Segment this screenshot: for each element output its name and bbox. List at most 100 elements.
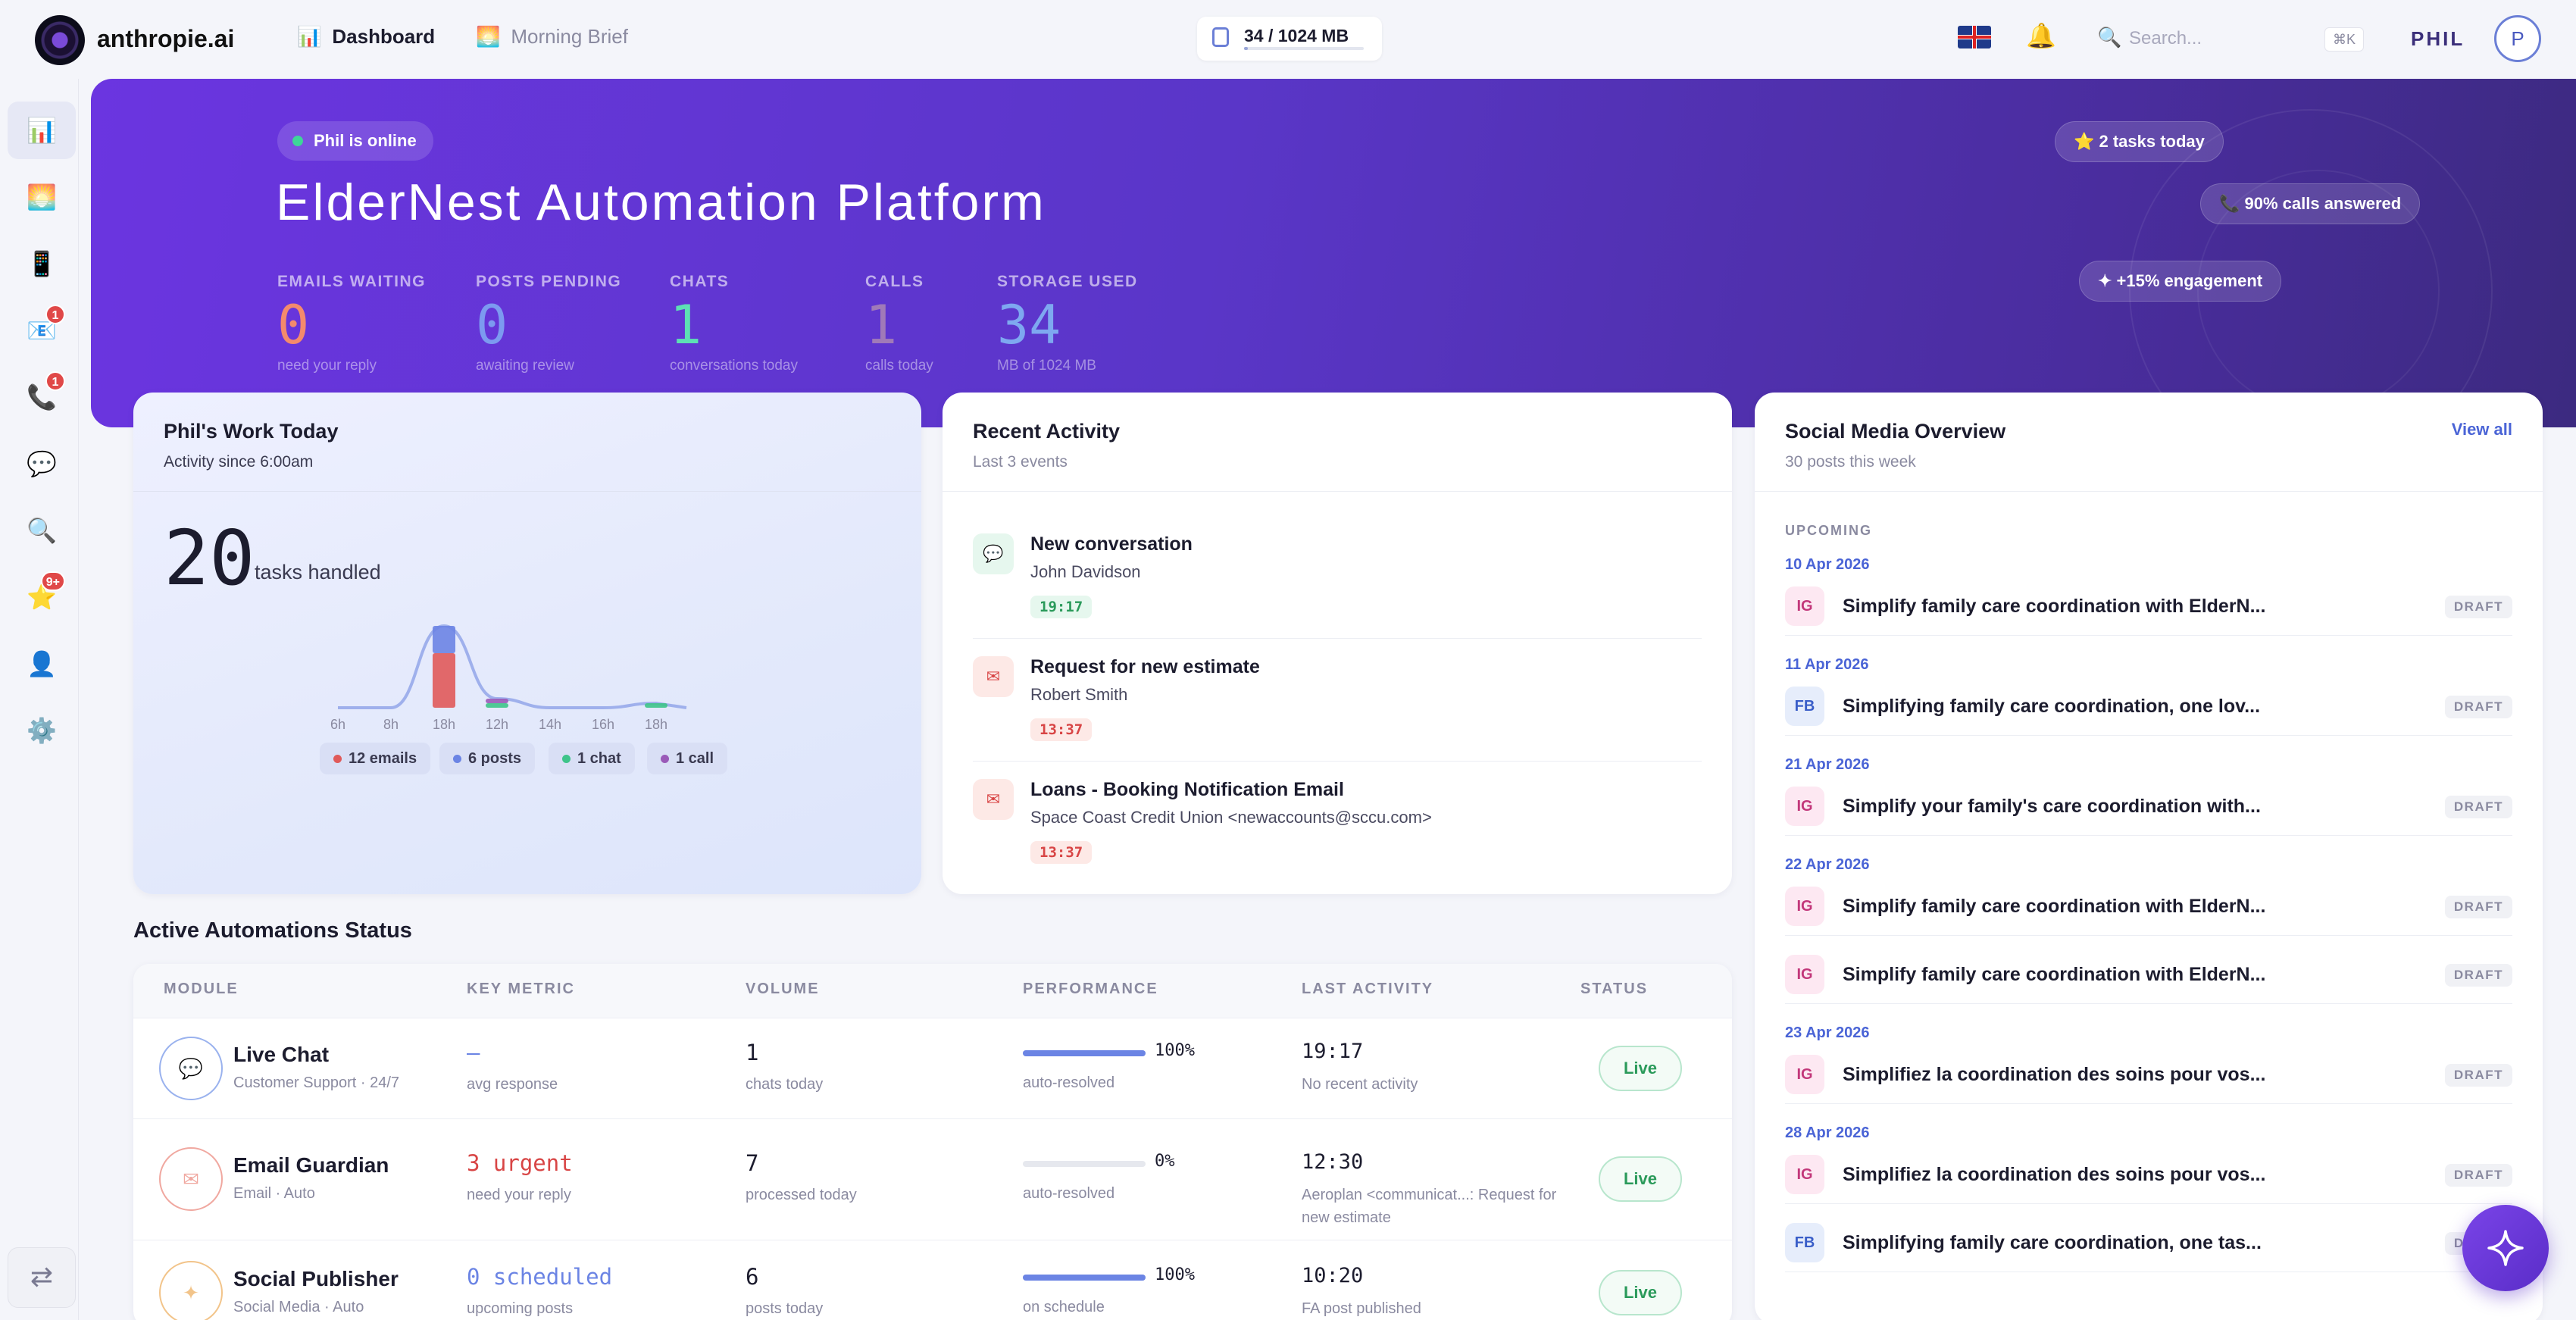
social-post-item[interactable]: IG Simplify your family's care coordinati… <box>1785 784 2512 829</box>
assistant-button[interactable] <box>2462 1205 2549 1291</box>
social-post-item[interactable]: IG Simplify family care coordination with… <box>1785 952 2512 997</box>
social-post-item[interactable]: IG Simplify family care coordination with… <box>1785 583 2512 629</box>
stat-storage-used[interactable]: STORAGE USED 34 MB of 1024 MB <box>997 273 1138 374</box>
sunrise-icon: 🌅 <box>27 183 57 211</box>
column-header-status[interactable]: STATUS <box>1580 981 1648 998</box>
stat-chats[interactable]: CHATS 1 conversations today <box>670 273 798 374</box>
sidebar-item-morning-brief[interactable]: 🌅 <box>8 168 76 226</box>
volume-label: posts today <box>746 1300 824 1317</box>
column-header-performance[interactable]: PERFORMANCE <box>1023 981 1158 998</box>
module-subtitle: Email · Auto <box>233 1185 315 1202</box>
bell-icon[interactable]: 🔔 <box>2026 21 2056 50</box>
activity-item[interactable]: ✉ Request for new estimate Robert Smith 13:… <box>973 656 1702 747</box>
chart-bar-18h-series-0[interactable] <box>433 653 455 708</box>
hero-banner: Phil is online ElderNest Automation Plat… <box>91 79 2576 427</box>
activity-item[interactable]: ✉ Loans - Booking Notification Email Space… <box>973 779 1702 870</box>
chart-bar-12h-series-2[interactable] <box>486 703 508 708</box>
legend-label: 6 posts <box>468 750 522 767</box>
activity-item[interactable]: 💬 New conversation John Davidson 19:17 <box>973 533 1702 624</box>
date-heading: 22 Apr 2026 <box>1785 856 1870 873</box>
stat-sub: need your reply <box>277 358 377 374</box>
post-text: Simplifying family care coordination, on… <box>1843 1232 2262 1253</box>
post-text: Simplify your family's care coordination… <box>1843 796 2261 817</box>
sidebar-item-dashboard[interactable]: 📊 <box>8 102 76 159</box>
chart-bar-12h-series-3[interactable] <box>486 699 508 703</box>
legend-item-1-chat[interactable]: 1 chat <box>549 743 635 774</box>
nav-tab-dashboard[interactable]: 📊 Dashboard <box>297 25 435 48</box>
search-input[interactable] <box>2129 26 2296 52</box>
last-activity-detail: Aeroplan <communicat...: Request for new… <box>1302 1187 1557 1226</box>
social-post-item[interactable]: IG Simplify family care coordination with… <box>1785 884 2512 929</box>
sidebar-item-search[interactable]: 🔍 <box>8 502 76 559</box>
table-row-social-publisher[interactable]: ✦ Social Publisher Social Media · Auto 0 sc… <box>133 1240 1732 1320</box>
sidebar-item-chat[interactable]: 💬 <box>8 435 76 493</box>
status-badge: DRAFT <box>2444 596 2512 618</box>
status-live-button[interactable]: Live <box>1599 1156 1682 1202</box>
post-text: Simplify family care coordination with E… <box>1843 596 2266 617</box>
divider <box>1785 1103 2512 1104</box>
column-header-module[interactable]: MODULE <box>164 981 239 998</box>
divider <box>1785 635 2512 636</box>
nav-tab-morning-brief[interactable]: 🌅 Morning Brief <box>476 25 628 48</box>
chat-icon: 💬 <box>159 1037 223 1100</box>
legend-item-6-posts[interactable]: 6 posts <box>439 743 536 774</box>
view-all-link[interactable]: View all <box>2452 420 2512 439</box>
facebook-icon: FB <box>1785 687 1824 726</box>
sidebar-item-social[interactable]: 📱 <box>8 235 76 292</box>
sidebar-item-email[interactable]: 📧 1 <box>8 302 76 359</box>
status-live-button[interactable]: Live <box>1599 1046 1682 1091</box>
module-subtitle: Customer Support · 24/7 <box>233 1074 399 1091</box>
instagram-icon: IG <box>1785 887 1824 926</box>
social-post-item[interactable]: IG Simplifiez la coordination des soins p… <box>1785 1152 2512 1197</box>
stat-label: CALLS <box>865 273 924 290</box>
card-title: Recent Activity <box>973 420 1121 443</box>
uk-flag-icon[interactable] <box>1958 26 1991 48</box>
stat-label: EMAILS WAITING <box>277 273 426 290</box>
avatar[interactable]: P <box>2494 15 2541 62</box>
performance-bar <box>1023 1275 1146 1281</box>
status-live-button[interactable]: Live <box>1599 1270 1682 1315</box>
social-post-item[interactable]: FB Simplifying family care coordination, … <box>1785 683 2512 729</box>
stat-calls[interactable]: CALLS 1 calls today <box>865 273 933 374</box>
legend-swatch <box>661 755 669 763</box>
column-header-last-activity[interactable]: LAST ACTIVITY <box>1302 981 1433 998</box>
brand-logo[interactable] <box>35 15 85 65</box>
column-header-key-metric[interactable]: KEY METRIC <box>467 981 575 998</box>
date-heading: 28 Apr 2026 <box>1785 1125 1870 1141</box>
stat-emails-waiting[interactable]: EMAILS WAITING 0 need your reply <box>277 273 426 374</box>
legend-swatch <box>562 755 571 763</box>
last-activity-detail: FA post published <box>1302 1300 1421 1317</box>
key-metric-value: — <box>467 1040 480 1065</box>
table-row-email-guardian[interactable]: ✉ Email Guardian Email · Auto 3 urgent need … <box>133 1118 1732 1240</box>
legend-item-1-call[interactable]: 1 call <box>647 743 728 774</box>
chart-bar-18h-series-1[interactable] <box>433 626 455 653</box>
online-status-badge: Phil is online <box>277 121 433 161</box>
chart-bar-18h-series-2[interactable] <box>645 703 667 708</box>
page-title: ElderNest Automation Platform <box>276 174 1046 231</box>
card-subtitle: Last 3 events <box>973 453 1068 471</box>
instagram-icon: IG <box>1785 586 1824 626</box>
stat-value: 1 <box>670 294 702 356</box>
sidebar-toggle-button[interactable]: ⇄ <box>8 1247 76 1308</box>
sidebar-item-calls[interactable]: 📞 1 <box>8 368 76 426</box>
key-metric-value: 3 urgent <box>467 1150 573 1176</box>
sidebar-item-reviews[interactable]: ⭐ 9+ <box>8 568 76 626</box>
performance-bar <box>1023 1050 1146 1056</box>
user-name[interactable]: PHIL <box>2411 27 2465 51</box>
social-post-item[interactable]: IG Simplifiez la coordination des soins p… <box>1785 1052 2512 1097</box>
social-post-item[interactable]: FB Simplifying family care coordination, … <box>1785 1220 2512 1265</box>
search-box[interactable]: 🔍 ⌘K <box>2093 24 2365 55</box>
storage-indicator[interactable]: 34 / 1024 MB <box>1197 17 1382 61</box>
table-row-live-chat[interactable]: 💬 Live Chat Customer Support · 24/7 — avg re… <box>133 1018 1732 1118</box>
sidebar-item-settings[interactable]: ⚙️ <box>8 702 76 759</box>
performance-bar-fill <box>1023 1050 1146 1056</box>
activity-chart: 6h 8h 18h 12h 14h 16h 18h <box>330 624 687 732</box>
stat-posts-pending[interactable]: POSTS PENDING 0 awaiting review <box>476 273 621 374</box>
sidebar-item-profile[interactable]: 👤 <box>8 635 76 693</box>
date-heading: 11 Apr 2026 <box>1785 656 1869 673</box>
brand-name[interactable]: anthropie.ai <box>97 25 234 53</box>
legend-item-12-emails[interactable]: 12 emails <box>320 743 431 774</box>
column-header-volume[interactable]: VOLUME <box>746 981 820 998</box>
divider <box>1785 835 2512 836</box>
stat-value: 0 <box>476 294 508 356</box>
